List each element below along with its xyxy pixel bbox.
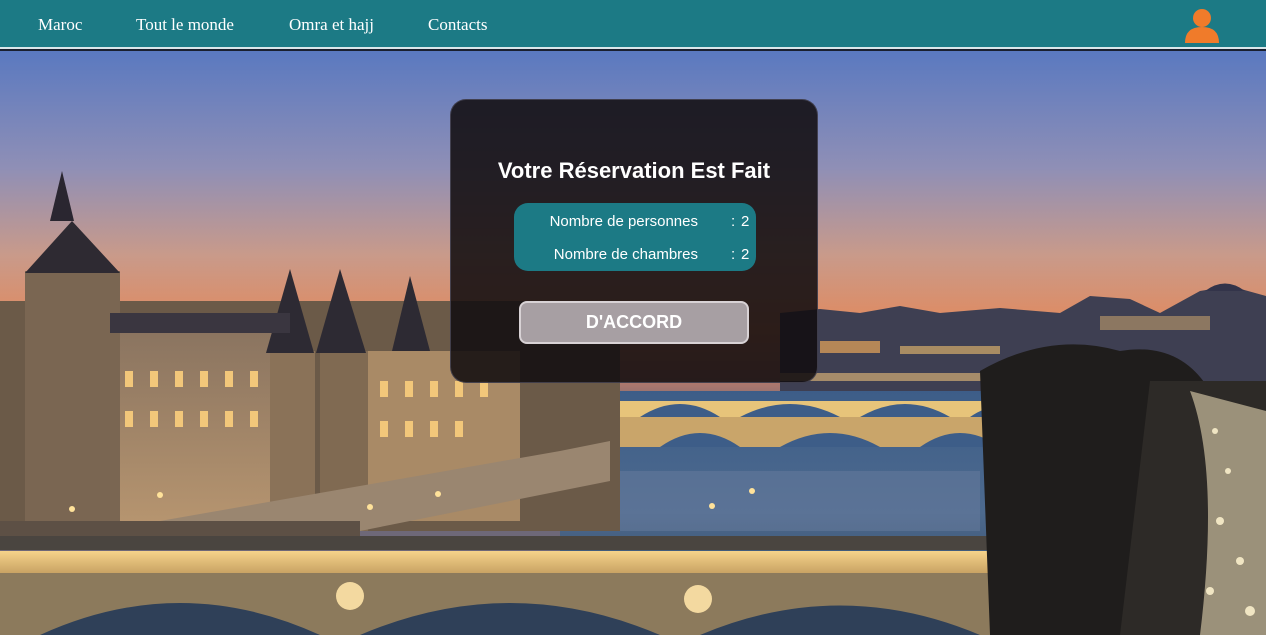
modal-title: Votre Réservation Est Fait [497,158,771,183]
detail-label-persons: Nombre de personnes [549,213,698,230]
nav-link-omra-et-hajj[interactable]: Omra et hajj [289,15,374,35]
top-navbar: Maroc Tout le monde Omra et hajj Contact… [0,0,1266,49]
reservation-details-box: Nombre de personnes : 2 Nombre de chambr… [514,203,756,271]
detail-value-persons: 2 [741,213,750,230]
nav-link-tout-le-monde[interactable]: Tout le monde [136,15,234,35]
detail-separator: : [731,246,736,263]
reservation-confirmation-modal: Votre Réservation Est Fait Nombre de per… [450,99,818,383]
nav-link-maroc[interactable]: Maroc [38,15,82,35]
confirm-button[interactable]: D'ACCORD [519,301,749,344]
detail-separator: : [731,213,736,230]
detail-value-rooms: 2 [741,246,750,263]
detail-row-rooms: Nombre de chambres : 2 [514,246,756,266]
user-icon[interactable] [1183,6,1221,44]
detail-label-rooms: Nombre de chambres [553,246,698,263]
nav-link-contacts[interactable]: Contacts [428,15,488,35]
detail-row-persons: Nombre de personnes : 2 [514,213,756,233]
